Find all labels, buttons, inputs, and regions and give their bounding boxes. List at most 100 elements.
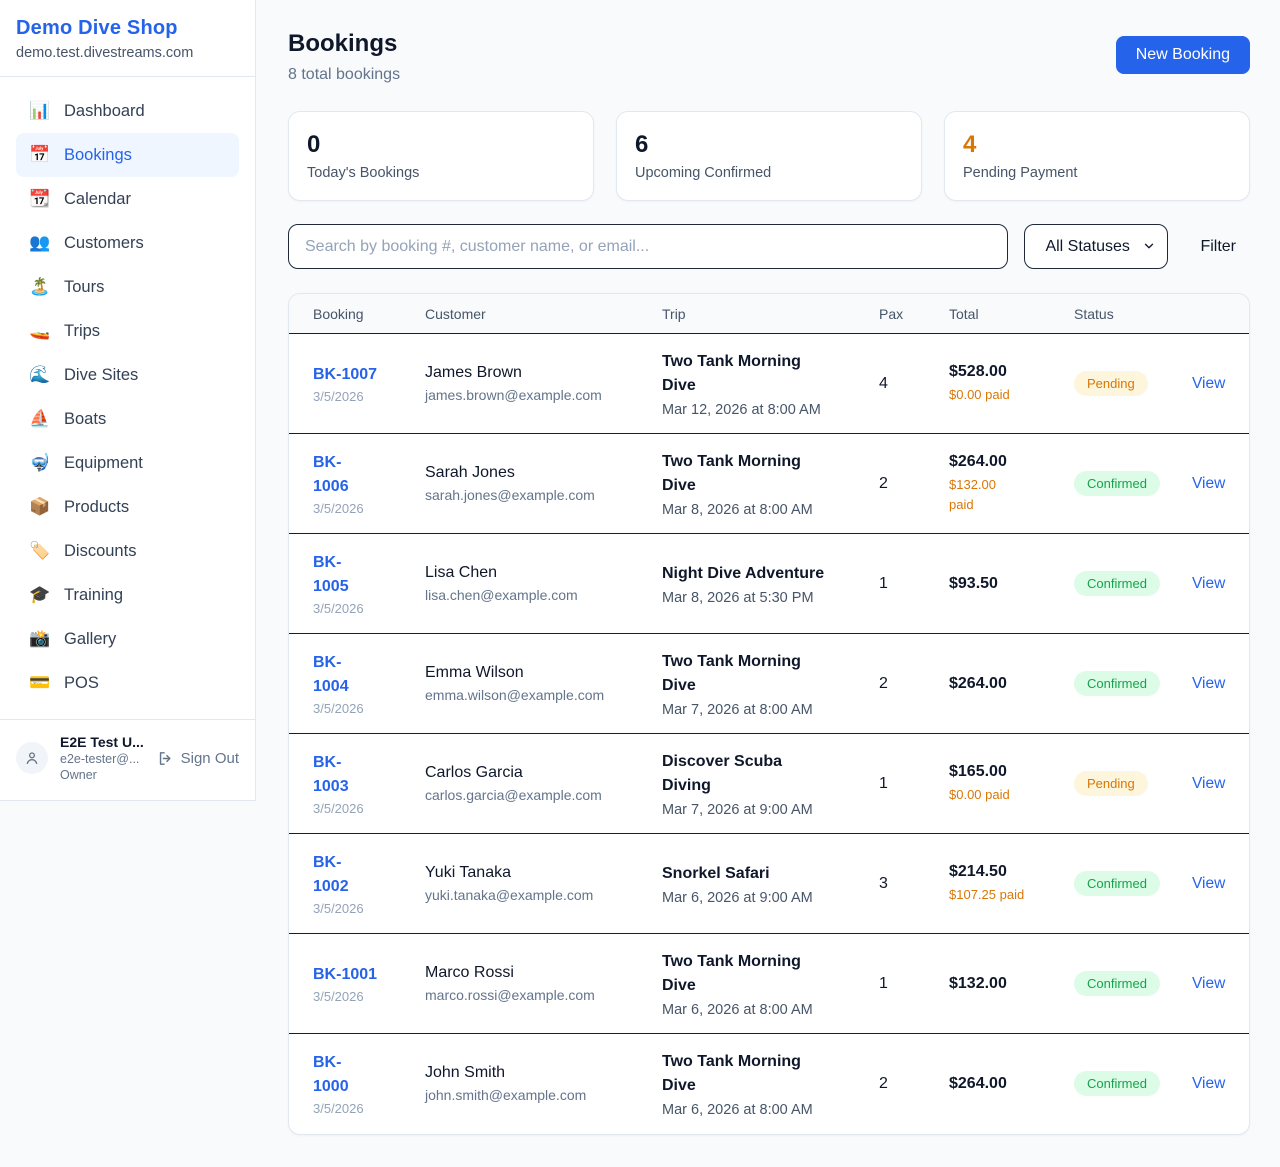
- col-header-total: Total: [949, 294, 1074, 334]
- nav-item-label: Boats: [64, 410, 106, 429]
- view-link[interactable]: View: [1192, 575, 1225, 592]
- sidebar-item-dashboard[interactable]: 📊 Dashboard: [16, 89, 239, 133]
- view-link[interactable]: View: [1192, 975, 1225, 992]
- booking-date: 3/5/2026: [313, 389, 415, 404]
- stat-card: 0 Today's Bookings: [288, 111, 594, 201]
- sidebar-item-training[interactable]: 🎓 Training: [16, 573, 239, 617]
- customer-name: John Smith: [425, 1064, 652, 1082]
- view-link[interactable]: View: [1192, 875, 1225, 892]
- status-select-wrap: All Statuses: [1024, 224, 1168, 269]
- booking-id-link[interactable]: BK- 1005: [313, 551, 349, 599]
- table-header-row: Booking Customer Trip Pax Total Status: [289, 294, 1249, 334]
- person-icon: [24, 750, 40, 766]
- sign-out-button[interactable]: Sign Out: [157, 750, 239, 767]
- trip-time: Mar 7, 2026 at 9:00 AM: [662, 802, 869, 818]
- view-link[interactable]: View: [1192, 475, 1225, 492]
- table-row: BK-1007 3/5/2026 James Brown james.brown…: [289, 334, 1249, 434]
- col-header-trip: Trip: [662, 294, 879, 334]
- sidebar-item-customers[interactable]: 👥 Customers: [16, 221, 239, 265]
- booking-date: 3/5/2026: [313, 701, 415, 716]
- sidebar-item-trips[interactable]: 🚤 Trips: [16, 309, 239, 353]
- paid-amount: $0.00 paid: [949, 385, 1064, 405]
- booking-id-link[interactable]: BK- 1006: [313, 451, 349, 499]
- new-booking-button[interactable]: New Booking: [1116, 36, 1250, 74]
- col-header-customer: Customer: [425, 294, 662, 334]
- total-amount: $264.00: [949, 1075, 1064, 1093]
- sidebar-item-pos[interactable]: 💳 POS: [16, 661, 239, 705]
- sidebar-item-discounts[interactable]: 🏷️ Discounts: [16, 529, 239, 573]
- sidebar-item-gallery[interactable]: 📸 Gallery: [16, 617, 239, 661]
- stats-row: 0 Today's Bookings 6 Upcoming Confirmed …: [288, 111, 1250, 201]
- booking-id-link[interactable]: BK- 1000: [313, 1051, 349, 1099]
- booking-date: 3/5/2026: [313, 801, 415, 816]
- nav-item-label: Customers: [64, 234, 144, 253]
- nav-item-icon: 🎓: [29, 585, 51, 605]
- nav-item-icon: ⛵: [29, 409, 51, 429]
- status-badge: Confirmed: [1074, 671, 1160, 696]
- pax-count: 2: [879, 475, 888, 492]
- booking-id-link[interactable]: BK- 1002: [313, 851, 349, 899]
- pax-count: 1: [879, 575, 888, 592]
- customer-email: john.smith@example.com: [425, 1087, 652, 1103]
- trip-name: Two Tank Morning Dive: [662, 450, 869, 498]
- table-row: BK- 1006 3/5/2026 Sarah Jones sarah.jone…: [289, 434, 1249, 534]
- booking-id-link[interactable]: BK- 1004: [313, 651, 349, 699]
- trip-name: Discover Scuba Diving: [662, 750, 869, 798]
- sidebar-header: Demo Dive Shop demo.test.divestreams.com: [0, 0, 255, 77]
- view-link[interactable]: View: [1192, 375, 1225, 392]
- table-row: BK- 1004 3/5/2026 Emma Wilson emma.wilso…: [289, 634, 1249, 734]
- table-row: BK- 1000 3/5/2026 John Smith john.smith@…: [289, 1034, 1249, 1134]
- sidebar-item-tours[interactable]: 🏝️ Tours: [16, 265, 239, 309]
- view-link[interactable]: View: [1192, 1075, 1225, 1092]
- pax-count: 1: [879, 975, 888, 992]
- customer-name: Sarah Jones: [425, 464, 652, 482]
- booking-id-link[interactable]: BK-1001: [313, 963, 377, 987]
- trip-time: Mar 12, 2026 at 8:00 AM: [662, 402, 869, 418]
- nav-item-label: Products: [64, 498, 129, 517]
- stat-value: 0: [307, 131, 575, 159]
- stat-label: Today's Bookings: [307, 165, 575, 181]
- sidebar-item-products[interactable]: 📦 Products: [16, 485, 239, 529]
- page-title: Bookings: [288, 30, 400, 58]
- view-link[interactable]: View: [1192, 675, 1225, 692]
- sign-out-label: Sign Out: [181, 750, 239, 767]
- col-header-action: [1192, 294, 1249, 334]
- status-select[interactable]: All Statuses: [1024, 224, 1168, 269]
- sidebar-item-calendar[interactable]: 📆 Calendar: [16, 177, 239, 221]
- nav-item-label: Bookings: [64, 146, 132, 165]
- bookings-table-card: Booking Customer Trip Pax Total Status B…: [288, 293, 1250, 1135]
- nav-item-icon: 🏝️: [29, 277, 51, 297]
- booking-id-link[interactable]: BK- 1003: [313, 751, 349, 799]
- sidebar-item-boats[interactable]: ⛵ Boats: [16, 397, 239, 441]
- nav-item-icon: 📸: [29, 629, 51, 649]
- customer-name: Lisa Chen: [425, 564, 652, 582]
- user-name: E2E Test U...: [60, 734, 143, 750]
- status-badge: Confirmed: [1074, 871, 1160, 896]
- view-link[interactable]: View: [1192, 775, 1225, 792]
- page-title-block: Bookings 8 total bookings: [288, 30, 400, 84]
- trip-name: Two Tank Morning Dive: [662, 1050, 869, 1098]
- sidebar-item-bookings[interactable]: 📅 Bookings: [16, 133, 239, 177]
- bookings-count: 8 total bookings: [288, 66, 400, 84]
- sidebar-item-equipment[interactable]: 🤿 Equipment: [16, 441, 239, 485]
- stat-value: 4: [963, 131, 1231, 159]
- col-header-pax: Pax: [879, 294, 949, 334]
- sidebar-item-dive-sites[interactable]: 🌊 Dive Sites: [16, 353, 239, 397]
- table-row: BK- 1005 3/5/2026 Lisa Chen lisa.chen@ex…: [289, 534, 1249, 634]
- nav-item-label: Trips: [64, 322, 100, 341]
- nav-item-icon: 👥: [29, 233, 51, 253]
- nav-item-label: Dashboard: [64, 102, 145, 121]
- col-header-booking: Booking: [289, 294, 425, 334]
- app-root: Demo Dive Shop demo.test.divestreams.com…: [0, 0, 1280, 1162]
- sidebar: Demo Dive Shop demo.test.divestreams.com…: [0, 0, 256, 801]
- nav-item-label: Tours: [64, 278, 104, 297]
- customer-name: Carlos Garcia: [425, 764, 652, 782]
- customer-email: yuki.tanaka@example.com: [425, 887, 652, 903]
- stat-label: Pending Payment: [963, 165, 1231, 181]
- col-header-status: Status: [1074, 294, 1192, 334]
- customer-email: lisa.chen@example.com: [425, 587, 652, 603]
- filter-button[interactable]: Filter: [1200, 238, 1236, 256]
- booking-id-link[interactable]: BK-1007: [313, 363, 377, 387]
- search-input[interactable]: [288, 224, 1008, 269]
- status-badge: Pending: [1074, 371, 1148, 396]
